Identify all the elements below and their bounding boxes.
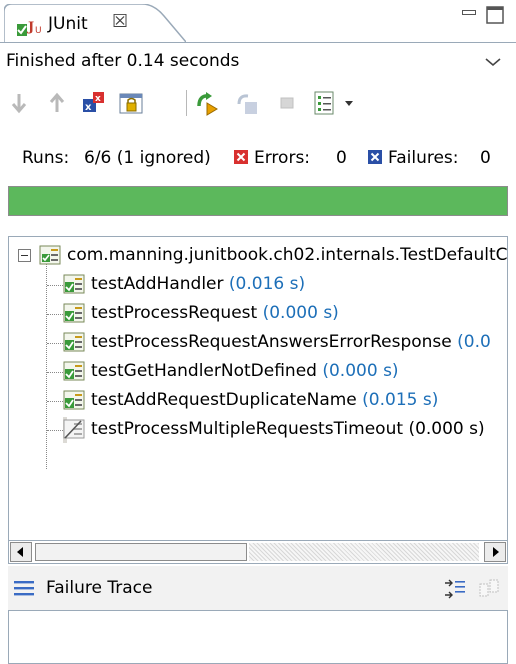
test-name: testProcessMultipleRequestsTimeout — [91, 419, 404, 439]
scroll-lock-icon[interactable] — [118, 90, 144, 116]
test-label: testAddHandler (0.016 s) — [91, 274, 305, 294]
test-label: testProcessRequestAnswersErrorResponse (… — [91, 332, 491, 352]
maximize-icon[interactable] — [486, 6, 504, 24]
filter-stack-trace-icon[interactable] — [444, 578, 466, 600]
failures-value: 0 — [480, 148, 491, 168]
test-name: testAddHandler — [91, 274, 224, 294]
scroll-right-button[interactable] — [484, 542, 506, 562]
rerun-failed-first-icon[interactable] — [234, 90, 260, 116]
test-duration: (0.000 s) — [262, 303, 339, 323]
tab-title: JUnit — [48, 14, 88, 34]
test-duration: (0.000 s) — [322, 361, 399, 381]
arrow-right-icon — [493, 547, 499, 557]
test-node[interactable]: testAddHandler (0.016 s) — [63, 272, 305, 298]
suite-passed-icon — [39, 245, 61, 265]
scroll-thumb[interactable] — [35, 543, 247, 561]
test-node[interactable]: testProcessRequestAnswersErrorResponse (… — [63, 330, 491, 356]
test-passed-icon — [63, 274, 85, 294]
close-icon[interactable]: ☒ — [112, 11, 128, 32]
failures-label: Failures: — [388, 148, 459, 168]
test-ignored-icon — [63, 419, 85, 439]
test-node[interactable]: testProcessRequest (0.000 s) — [63, 301, 339, 327]
test-label: testAddRequestDuplicateName (0.015 s) — [91, 390, 438, 410]
next-failure-icon[interactable] — [6, 90, 32, 116]
tree-connector — [47, 372, 63, 373]
test-duration: (0.000 s) — [408, 419, 485, 439]
failure-trace-title: Failure Trace — [46, 578, 153, 598]
minimize-icon[interactable] — [462, 10, 476, 16]
errors-label: Errors: — [254, 148, 311, 168]
scroll-left-button[interactable] — [10, 542, 32, 562]
failure-trace-header: Failure Trace — [8, 566, 508, 610]
svg-text:J: J — [27, 20, 34, 35]
test-run-history-icon[interactable] — [312, 90, 338, 116]
test-passed-icon — [63, 303, 85, 323]
stack-trace-icon — [14, 581, 34, 596]
toolbar-separator — [186, 90, 188, 116]
runs-value: 6/6 (1 ignored) — [84, 148, 211, 168]
run-counters: Runs: 6/6 (1 ignored) Errors: 0 Failures… — [0, 140, 516, 176]
test-label: testProcessRequest (0.000 s) — [91, 303, 339, 323]
svg-text:x: x — [85, 102, 92, 113]
status-bar: Finished after 0.14 seconds — [0, 42, 516, 78]
test-passed-icon — [63, 390, 85, 410]
compare-result-icon[interactable] — [478, 578, 500, 600]
test-duration: (0.016 s) — [228, 274, 306, 294]
progress-bar — [8, 186, 508, 216]
status-text: Finished after 0.14 seconds — [6, 51, 240, 71]
view-tab-bar: J U JUnit ☒ — [0, 0, 516, 44]
test-label: testGetHandlerNotDefined (0.000 s) — [91, 361, 399, 381]
svg-text:U: U — [35, 26, 42, 36]
test-name: testAddRequestDuplicateName — [91, 390, 357, 410]
junit-tab[interactable]: J U JUnit ☒ — [4, 4, 186, 44]
error-icon — [234, 150, 248, 164]
runs-label: Runs: — [22, 148, 70, 168]
test-name: testProcessRequest — [91, 303, 258, 323]
history-dropdown-icon[interactable] — [342, 90, 356, 116]
failure-trace-body[interactable] — [8, 610, 508, 664]
errors-value: 0 — [336, 148, 347, 168]
scroll-track[interactable] — [249, 543, 479, 561]
test-node[interactable]: testGetHandlerNotDefined (0.000 s) — [63, 359, 399, 385]
tree-connector — [47, 314, 63, 315]
test-duration: (0.015 s) — [362, 390, 439, 410]
stop-icon[interactable] — [274, 90, 300, 116]
test-node[interactable]: testAddRequestDuplicateName (0.015 s) — [63, 388, 438, 414]
tree-connector — [47, 401, 63, 402]
collapse-icon[interactable] — [18, 249, 31, 262]
test-passed-icon — [63, 332, 85, 352]
test-node[interactable]: testProcessMultipleRequestsTimeout (0.00… — [63, 417, 485, 443]
test-duration: (0.0 — [457, 332, 491, 352]
junit-toolbar: x x — [0, 78, 516, 126]
junit-icon: J U — [17, 20, 42, 36]
arrow-left-icon — [17, 547, 23, 557]
test-label: testProcessMultipleRequestsTimeout (0.00… — [91, 419, 485, 439]
rerun-test-icon[interactable] — [194, 90, 220, 116]
previous-failure-icon[interactable] — [44, 90, 70, 116]
test-name: testProcessRequestAnswersErrorResponse — [91, 332, 452, 352]
suite-name: com.manning.junitbook.ch02.internals.Tes… — [67, 245, 508, 265]
tree-connector — [47, 343, 63, 344]
test-name: testGetHandlerNotDefined — [91, 361, 317, 381]
test-passed-icon — [63, 361, 85, 381]
progress-fill — [9, 187, 507, 215]
tree-connector — [47, 430, 63, 431]
tree-connector — [47, 285, 63, 286]
view-menu-icon[interactable] — [484, 57, 502, 67]
failure-icon — [368, 150, 382, 164]
svg-text:x: x — [95, 94, 101, 104]
horizontal-scrollbar[interactable] — [8, 540, 508, 564]
tree-guide-line — [46, 263, 47, 469]
test-tree[interactable]: com.manning.junitbook.ch02.internals.Tes… — [8, 236, 508, 540]
show-failures-only-icon[interactable]: x x — [80, 90, 106, 116]
